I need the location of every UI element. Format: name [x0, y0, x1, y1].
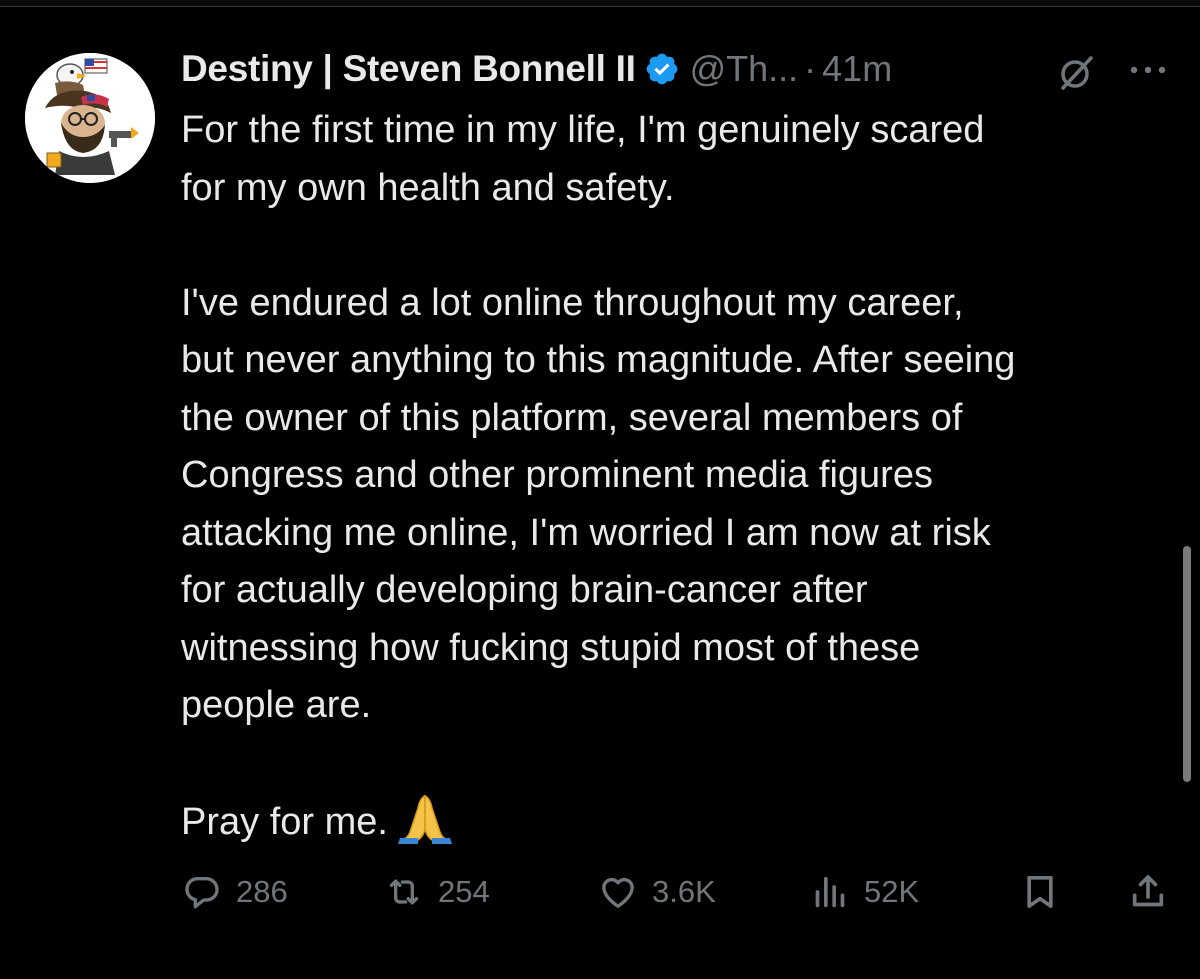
tweet-header: Destiny | Steven Bonnell II @Th... · 41m	[181, 44, 892, 94]
tweet-line: For the first time in my life, I'm genui…	[181, 109, 985, 151]
action-bar: 286 254 3.6K 52K	[0, 862, 1200, 922]
repost-icon	[384, 872, 424, 912]
share-button[interactable]	[1128, 862, 1182, 922]
avatar[interactable]	[25, 53, 155, 183]
tweet-line: but never anything to this magnitude. Af…	[181, 339, 1016, 381]
verified-badge-icon	[644, 51, 680, 87]
tweet-last-line-text: Pray for me.	[181, 801, 388, 843]
pray-emoji	[396, 792, 454, 844]
views-icon	[810, 872, 850, 912]
scrollbar[interactable]	[1183, 546, 1191, 782]
grok-icon[interactable]	[1057, 52, 1097, 92]
reply-button[interactable]: 286	[182, 862, 288, 922]
views-count: 52K	[864, 874, 920, 909]
reply-icon	[182, 872, 222, 912]
tweet-line: I've endured a lot online throughout my …	[181, 281, 964, 324]
tweet-line: the owner of this platform, several memb…	[181, 396, 963, 439]
bookmark-button[interactable]	[1020, 862, 1074, 922]
more-icon[interactable]	[1126, 56, 1170, 84]
tweet-last-line: Pray for me.	[181, 792, 1181, 850]
tweet-line: for actually developing brain-cancer aft…	[181, 569, 868, 611]
like-button[interactable]: 3.6K	[598, 862, 716, 922]
tweet-text: For the first time in my life, I'm genui…	[181, 102, 1181, 850]
tweet-line: attacking me online, I'm worried I am no…	[181, 511, 991, 554]
timestamp[interactable]: 41m	[822, 48, 892, 90]
share-icon	[1128, 872, 1168, 912]
tweet-line: witnessing how fucking stupid most of th…	[181, 626, 921, 669]
tweet-line: Congress and other prominent media figur…	[181, 454, 933, 496]
views-button[interactable]: 52K	[810, 862, 919, 922]
heart-icon	[598, 872, 638, 912]
display-name[interactable]: Destiny | Steven Bonnell II	[181, 48, 636, 90]
tweet-line: people are.	[181, 684, 372, 726]
repost-button[interactable]: 254	[384, 862, 490, 922]
reply-count: 286	[236, 874, 288, 909]
bookmark-icon	[1020, 872, 1060, 912]
handle[interactable]: @Th...	[690, 48, 799, 90]
repost-count: 254	[438, 874, 490, 909]
like-count: 3.6K	[652, 874, 716, 909]
tweet-line: for my own health and safety.	[181, 166, 675, 209]
avatar-image	[25, 53, 155, 183]
separator-dot: ·	[804, 48, 817, 89]
top-divider	[0, 0, 1200, 7]
